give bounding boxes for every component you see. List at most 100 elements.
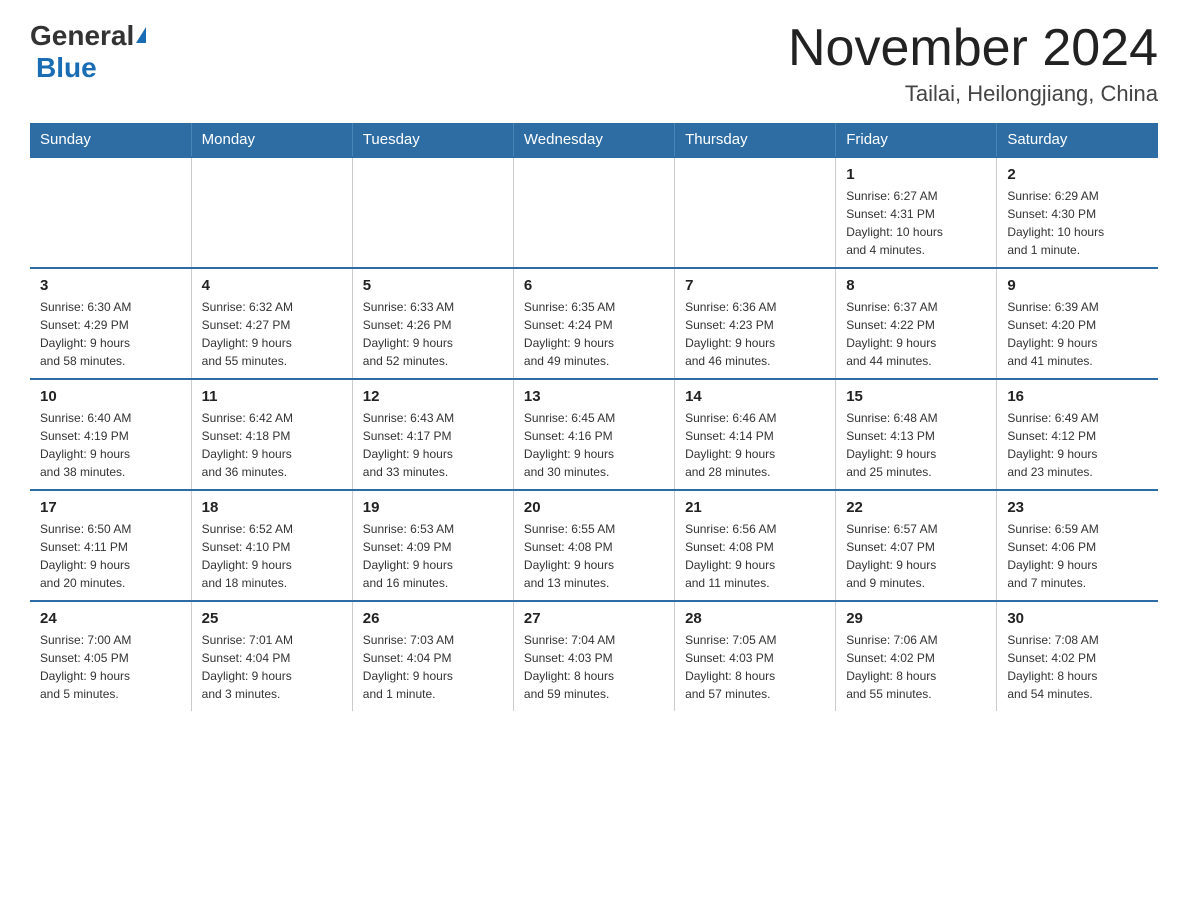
logo-triangle-icon [136, 27, 146, 43]
day-info: Sunrise: 6:45 AMSunset: 4:16 PMDaylight:… [524, 409, 664, 481]
calendar-table: SundayMondayTuesdayWednesdayThursdayFrid… [30, 123, 1158, 711]
day-number: 14 [685, 388, 825, 405]
calendar-week-row: 10 Sunrise: 6:40 AMSunset: 4:19 PMDayligh… [30, 379, 1158, 490]
day-number: 22 [846, 499, 986, 516]
day-info: Sunrise: 6:49 AMSunset: 4:12 PMDaylight:… [1007, 409, 1148, 481]
day-number: 18 [202, 499, 342, 516]
day-info: Sunrise: 7:00 AMSunset: 4:05 PMDaylight:… [40, 631, 181, 703]
day-info: Sunrise: 6:40 AMSunset: 4:19 PMDaylight:… [40, 409, 181, 481]
day-number: 10 [40, 388, 181, 405]
day-info: Sunrise: 6:57 AMSunset: 4:07 PMDaylight:… [846, 520, 986, 592]
day-number: 11 [202, 388, 342, 405]
title-block: November 2024 Tailai, Heilongjiang, Chin… [788, 20, 1158, 107]
day-info: Sunrise: 7:06 AMSunset: 4:02 PMDaylight:… [846, 631, 986, 703]
calendar-cell: 12 Sunrise: 6:43 AMSunset: 4:17 PMDayligh… [352, 379, 513, 490]
day-info: Sunrise: 7:04 AMSunset: 4:03 PMDaylight:… [524, 631, 664, 703]
day-info: Sunrise: 6:35 AMSunset: 4:24 PMDaylight:… [524, 298, 664, 370]
day-info: Sunrise: 6:29 AMSunset: 4:30 PMDaylight:… [1007, 187, 1148, 259]
weekday-header-row: SundayMondayTuesdayWednesdayThursdayFrid… [30, 123, 1158, 157]
day-number: 12 [363, 388, 503, 405]
day-info: Sunrise: 7:03 AMSunset: 4:04 PMDaylight:… [363, 631, 503, 703]
calendar-cell: 3 Sunrise: 6:30 AMSunset: 4:29 PMDaylight… [30, 268, 191, 379]
calendar-cell: 28Sunrise: 7:05 AMSunset: 4:03 PMDayligh… [675, 601, 836, 711]
calendar-cell: 7Sunrise: 6:36 AMSunset: 4:23 PMDaylight… [675, 268, 836, 379]
logo-blue-text: Blue [36, 52, 97, 83]
calendar-cell: 19 Sunrise: 6:53 AMSunset: 4:09 PMDayligh… [352, 490, 513, 601]
day-info: Sunrise: 6:53 AMSunset: 4:09 PMDaylight:… [363, 520, 503, 592]
day-number: 4 [202, 277, 342, 294]
weekday-header-tuesday: Tuesday [352, 123, 513, 157]
day-info: Sunrise: 6:32 AMSunset: 4:27 PMDaylight:… [202, 298, 342, 370]
day-info: Sunrise: 6:48 AMSunset: 4:13 PMDaylight:… [846, 409, 986, 481]
day-info: Sunrise: 6:39 AMSunset: 4:20 PMDaylight:… [1007, 298, 1148, 370]
page-header: General Blue November 2024 Tailai, Heilo… [30, 20, 1158, 107]
calendar-cell: 26Sunrise: 7:03 AMSunset: 4:04 PMDayligh… [352, 601, 513, 711]
day-info: Sunrise: 7:01 AMSunset: 4:04 PMDaylight:… [202, 631, 342, 703]
calendar-cell [675, 157, 836, 268]
calendar-cell: 10 Sunrise: 6:40 AMSunset: 4:19 PMDayligh… [30, 379, 191, 490]
calendar-cell [513, 157, 674, 268]
day-number: 24 [40, 610, 181, 627]
day-number: 25 [202, 610, 342, 627]
day-number: 13 [524, 388, 664, 405]
day-number: 6 [524, 277, 664, 294]
calendar-cell [191, 157, 352, 268]
calendar-week-row: 3 Sunrise: 6:30 AMSunset: 4:29 PMDaylight… [30, 268, 1158, 379]
day-number: 9 [1007, 277, 1148, 294]
day-info: Sunrise: 6:56 AMSunset: 4:08 PMDaylight:… [685, 520, 825, 592]
weekday-header-thursday: Thursday [675, 123, 836, 157]
calendar-week-row: 24 Sunrise: 7:00 AMSunset: 4:05 PMDayligh… [30, 601, 1158, 711]
weekday-header-wednesday: Wednesday [513, 123, 674, 157]
calendar-cell: 13 Sunrise: 6:45 AMSunset: 4:16 PMDayligh… [513, 379, 674, 490]
logo-general-text: General [30, 20, 134, 52]
calendar-cell: 2 Sunrise: 6:29 AMSunset: 4:30 PMDaylight… [997, 157, 1158, 268]
weekday-header-sunday: Sunday [30, 123, 191, 157]
day-info: Sunrise: 6:37 AMSunset: 4:22 PMDaylight:… [846, 298, 986, 370]
day-info: Sunrise: 6:50 AMSunset: 4:11 PMDaylight:… [40, 520, 181, 592]
calendar-cell: 4 Sunrise: 6:32 AMSunset: 4:27 PMDaylight… [191, 268, 352, 379]
day-number: 28 [685, 610, 825, 627]
weekday-header-friday: Friday [836, 123, 997, 157]
calendar-cell: 24 Sunrise: 7:00 AMSunset: 4:05 PMDayligh… [30, 601, 191, 711]
calendar-cell: 23 Sunrise: 6:59 AMSunset: 4:06 PMDayligh… [997, 490, 1158, 601]
calendar-cell: 1 Sunrise: 6:27 AMSunset: 4:31 PMDaylight… [836, 157, 997, 268]
calendar-cell: 21 Sunrise: 6:56 AMSunset: 4:08 PMDayligh… [675, 490, 836, 601]
day-info: Sunrise: 6:36 AMSunset: 4:23 PMDaylight:… [685, 298, 825, 370]
day-info: Sunrise: 6:59 AMSunset: 4:06 PMDaylight:… [1007, 520, 1148, 592]
day-info: Sunrise: 6:27 AMSunset: 4:31 PMDaylight:… [846, 187, 986, 259]
day-number: 8 [846, 277, 986, 294]
day-info: Sunrise: 6:42 AMSunset: 4:18 PMDaylight:… [202, 409, 342, 481]
calendar-cell: 27 Sunrise: 7:04 AMSunset: 4:03 PMDayligh… [513, 601, 674, 711]
day-info: Sunrise: 6:43 AMSunset: 4:17 PMDaylight:… [363, 409, 503, 481]
day-number: 21 [685, 499, 825, 516]
calendar-cell: 18 Sunrise: 6:52 AMSunset: 4:10 PMDayligh… [191, 490, 352, 601]
day-info: Sunrise: 6:55 AMSunset: 4:08 PMDaylight:… [524, 520, 664, 592]
day-number: 1 [846, 166, 986, 183]
location-subtitle: Tailai, Heilongjiang, China [788, 81, 1158, 107]
day-number: 27 [524, 610, 664, 627]
day-number: 16 [1007, 388, 1148, 405]
day-info: Sunrise: 6:52 AMSunset: 4:10 PMDaylight:… [202, 520, 342, 592]
day-info: Sunrise: 6:30 AMSunset: 4:29 PMDaylight:… [40, 298, 181, 370]
day-number: 19 [363, 499, 503, 516]
day-number: 2 [1007, 166, 1148, 183]
logo: General Blue [30, 20, 146, 84]
day-number: 5 [363, 277, 503, 294]
calendar-cell: 22 Sunrise: 6:57 AMSunset: 4:07 PMDayligh… [836, 490, 997, 601]
calendar-cell: 29 Sunrise: 7:06 AMSunset: 4:02 PMDayligh… [836, 601, 997, 711]
weekday-header-monday: Monday [191, 123, 352, 157]
day-number: 23 [1007, 499, 1148, 516]
day-number: 20 [524, 499, 664, 516]
calendar-cell: 25 Sunrise: 7:01 AMSunset: 4:04 PMDayligh… [191, 601, 352, 711]
day-info: Sunrise: 7:08 AMSunset: 4:02 PMDaylight:… [1007, 631, 1148, 703]
calendar-cell: 16 Sunrise: 6:49 AMSunset: 4:12 PMDayligh… [997, 379, 1158, 490]
calendar-cell: 14Sunrise: 6:46 AMSunset: 4:14 PMDayligh… [675, 379, 836, 490]
day-number: 3 [40, 277, 181, 294]
day-number: 15 [846, 388, 986, 405]
calendar-cell: 8 Sunrise: 6:37 AMSunset: 4:22 PMDaylight… [836, 268, 997, 379]
calendar-week-row: 1 Sunrise: 6:27 AMSunset: 4:31 PMDaylight… [30, 157, 1158, 268]
day-number: 30 [1007, 610, 1148, 627]
day-number: 29 [846, 610, 986, 627]
calendar-cell [30, 157, 191, 268]
calendar-cell: 17Sunrise: 6:50 AMSunset: 4:11 PMDayligh… [30, 490, 191, 601]
